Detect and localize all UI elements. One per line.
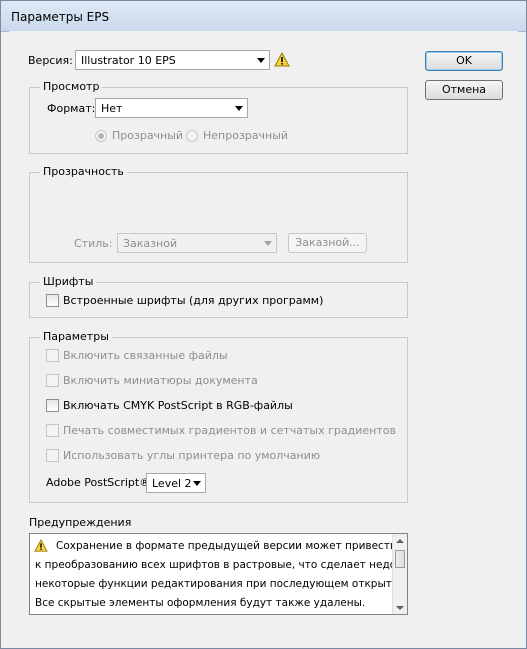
include-thumbnails-label: Включить миниатюры документа	[63, 374, 258, 387]
opaque-radio-label: Непрозрачный	[203, 129, 289, 142]
postscript-level-select[interactable]: Level 2	[146, 473, 206, 493]
warning-icon	[274, 52, 290, 67]
style-label: Стиль:	[74, 237, 113, 250]
warning-line: некоторые функции редактирования при пос…	[35, 578, 408, 590]
format-value: Нет	[101, 102, 123, 115]
include-thumbnails-checkbox[interactable]	[46, 374, 59, 387]
compatible-gradients-checkbox[interactable]	[46, 424, 59, 437]
custom-button[interactable]: Заказной...	[288, 233, 367, 253]
version-value: Illustrator 10 EPS	[81, 54, 176, 67]
scroll-thumb[interactable]	[395, 550, 405, 568]
compatible-gradients-label: Печать совместимых градиентов и сетчатых…	[63, 424, 396, 437]
chevron-down-icon	[264, 241, 272, 246]
warning-line: Все скрытые элементы оформления будут та…	[35, 597, 366, 609]
chevron-down-icon	[235, 106, 243, 111]
printer-marks-checkbox[interactable]	[46, 449, 59, 462]
postscript-level-value: Level 2	[152, 477, 192, 490]
include-linked-checkbox[interactable]	[46, 349, 59, 362]
cancel-button[interactable]: Отмена	[425, 80, 503, 100]
eps-options-dialog: Параметры EPS Версия: Illustrator 10 EPS…	[0, 0, 527, 649]
title-bar[interactable]: Параметры EPS	[1, 1, 526, 32]
cmyk-postscript-label: Включать CMYK PostScript в RGB-файлы	[63, 399, 293, 412]
transparency-group-label: Прозрачность	[40, 165, 127, 178]
preview-group-label: Просмотр	[40, 80, 103, 93]
format-label: Формат:	[47, 102, 96, 115]
printer-marks-label: Использовать углы принтера по умолчанию	[63, 449, 321, 462]
ok-button[interactable]: OK	[425, 51, 503, 71]
embed-fonts-label: Встроенные шрифты (для других программ)	[63, 294, 324, 307]
warning-icon	[34, 539, 48, 552]
warning-line: Сохранение в формате предыдущей версии м…	[56, 540, 397, 552]
warnings-box: Сохранение в формате предыдущей версии м…	[29, 533, 408, 615]
style-value: Заказной	[123, 237, 178, 250]
cmyk-postscript-checkbox[interactable]	[46, 399, 59, 412]
chevron-down-icon	[257, 58, 265, 63]
opaque-radio[interactable]	[186, 130, 198, 142]
version-label: Версия:	[28, 54, 73, 67]
warnings-scrollbar[interactable]	[392, 534, 407, 614]
scroll-down-icon[interactable]	[396, 606, 404, 610]
warning-line: к преобразованию всех шрифтов в растровы…	[35, 559, 408, 571]
window-title: Параметры EPS	[11, 10, 110, 24]
transparent-radio[interactable]	[95, 130, 107, 142]
format-select[interactable]: Нет	[95, 98, 248, 118]
options-group-label: Параметры	[40, 330, 112, 343]
warnings-label: Предупреждения	[29, 516, 132, 529]
style-select[interactable]: Заказной	[117, 233, 277, 253]
fonts-group-label: Шрифты	[40, 275, 97, 288]
embed-fonts-checkbox[interactable]	[46, 294, 59, 307]
include-linked-label: Включить связанные файлы	[63, 349, 228, 362]
scroll-up-icon[interactable]	[396, 539, 404, 543]
version-select[interactable]: Illustrator 10 EPS	[75, 50, 270, 70]
transparent-radio-label: Прозрачный	[112, 129, 184, 142]
postscript-label: Adobe PostScript®:	[46, 476, 154, 489]
dialog-body: Версия: Illustrator 10 EPS OK Отмена Про…	[9, 31, 518, 641]
chevron-down-icon	[193, 481, 201, 486]
